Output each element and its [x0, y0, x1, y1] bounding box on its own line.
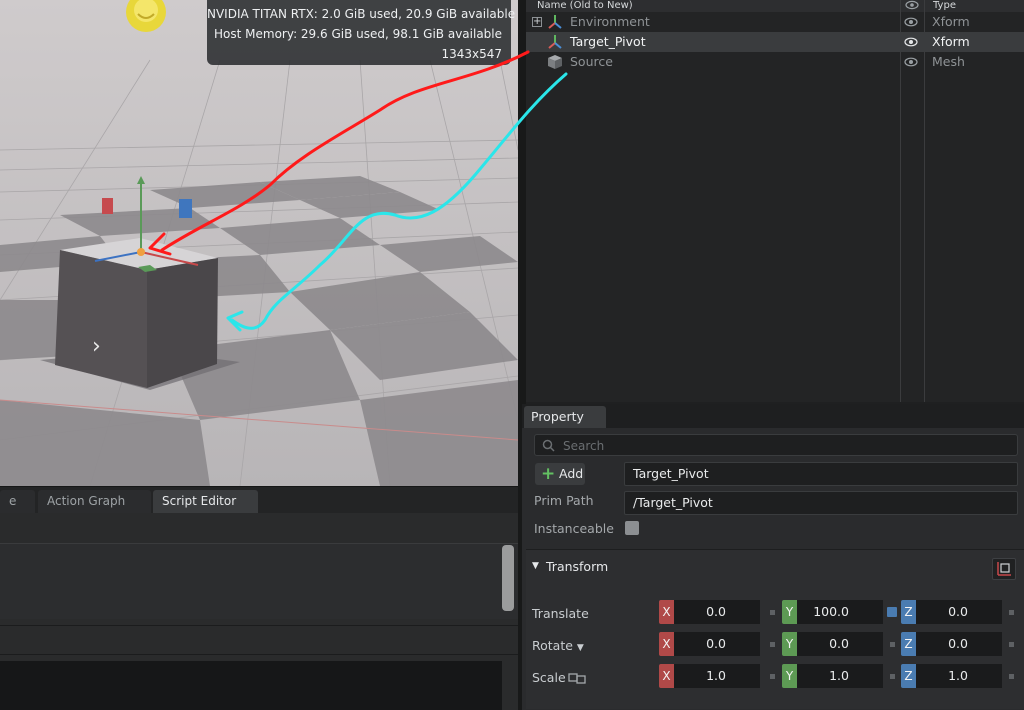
- prim-path-label: Prim Path: [534, 493, 594, 508]
- scale-y-keyframe-dot[interactable]: [890, 674, 895, 679]
- instanceable-checkbox[interactable]: [625, 521, 639, 535]
- scale-x-keyframe-dot[interactable]: [770, 674, 775, 679]
- tree-row-label: Source: [570, 54, 613, 69]
- bottom-tabbar: e Action Graph Script Editor: [0, 487, 518, 513]
- scale-label: Scale: [532, 670, 566, 685]
- rotate-x-field[interactable]: 0.0: [674, 632, 760, 656]
- prim-name-field[interactable]: Target_Pivot: [624, 462, 1018, 486]
- rotate-z-keyframe-dot[interactable]: [1009, 642, 1014, 647]
- tab-property[interactable]: Property: [524, 406, 606, 428]
- scrollbar-thumb[interactable]: [502, 545, 514, 611]
- translate-x-keyframe-dot[interactable]: [770, 610, 775, 615]
- property-tabbar: Property: [522, 404, 1024, 428]
- xform-axes-icon: [548, 15, 562, 29]
- link-scale-icon[interactable]: [568, 672, 586, 684]
- scale-x-axis-label: X: [659, 664, 674, 688]
- prim-path-field[interactable]: /Target_Pivot: [624, 491, 1018, 515]
- visibility-eye-icon[interactable]: [904, 15, 918, 29]
- scene-render[interactable]: [0, 0, 518, 486]
- plus-icon: +: [541, 464, 556, 484]
- viewport-stats-overlay: NVIDIA TITAN RTX: 2.0 GiB used, 20.9 GiB…: [207, 0, 516, 65]
- translate-label: Translate: [532, 606, 589, 621]
- tree-row-target-pivot[interactable]: Target_Pivot Xform: [526, 32, 1024, 52]
- rotate-z-axis-label: Z: [901, 632, 916, 656]
- rotate-z-field[interactable]: 0.0: [916, 632, 1002, 656]
- tab-action-graph[interactable]: Action Graph: [38, 490, 151, 513]
- translate-y-axis-label: Y: [782, 600, 797, 624]
- translate-y-field[interactable]: 100.0: [797, 600, 883, 624]
- scale-x-field[interactable]: 1.0: [674, 664, 760, 688]
- visibility-eye-icon[interactable]: [904, 55, 918, 69]
- mesh-cube-icon: [548, 55, 562, 69]
- column-name-header[interactable]: Name (Old to New): [537, 0, 633, 12]
- editor-divider[interactable]: [0, 625, 518, 655]
- translate-z-field[interactable]: 0.0: [916, 600, 1002, 624]
- script-editor-panel: e Action Graph Script Editor: [0, 486, 518, 710]
- rotate-label[interactable]: Rotate ▼: [532, 638, 584, 653]
- translate-z-axis-label: Z: [901, 600, 916, 624]
- rotate-x-axis-label: X: [659, 632, 674, 656]
- rotate-label-text: Rotate: [532, 638, 573, 653]
- tree-row-type: Xform: [932, 34, 970, 49]
- dropdown-triangle-icon[interactable]: ▼: [577, 643, 584, 653]
- expand-plus-icon[interactable]: +: [532, 17, 542, 27]
- viewport[interactable]: NVIDIA TITAN RTX: 2.0 GiB used, 20.9 GiB…: [0, 0, 518, 486]
- xform-axes-icon: [548, 35, 562, 49]
- transform-section: ▼ Transform Translate X 0.0 Y 100.0 Z 0.…: [526, 549, 1024, 709]
- property-panel: Property + Add Target_Pivot Prim Path /T…: [522, 404, 1024, 710]
- tree-row-type: Xform: [932, 14, 970, 29]
- collapse-triangle-icon[interactable]: ▼: [532, 561, 539, 571]
- output-console[interactable]: [0, 661, 502, 710]
- add-button[interactable]: + Add: [535, 463, 585, 485]
- tree-row-label: Target_Pivot: [570, 34, 646, 49]
- translate-x-field[interactable]: 0.0: [674, 600, 760, 624]
- scale-y-axis-label: Y: [782, 664, 797, 688]
- add-button-label: Add: [559, 466, 584, 481]
- tree-row-type: Mesh: [932, 54, 965, 69]
- scale-z-keyframe-dot[interactable]: [1009, 674, 1014, 679]
- scale-y-field[interactable]: 1.0: [797, 664, 883, 688]
- search-icon: [542, 439, 555, 452]
- rotate-x-keyframe-dot[interactable]: [770, 642, 775, 647]
- tab-script-editor[interactable]: Script Editor: [153, 490, 258, 513]
- search-input[interactable]: [563, 437, 1003, 454]
- gpu-memory-text: NVIDIA TITAN RTX: 2.0 GiB used, 20.9 GiB…: [207, 7, 516, 21]
- stage-header: Name (Old to New) Type: [526, 0, 1024, 12]
- rotate-y-axis-label: Y: [782, 632, 797, 656]
- instanceable-label: Instanceable: [534, 521, 614, 536]
- chevron-right-icon[interactable]: ›: [92, 336, 101, 358]
- transform-title: Transform: [546, 559, 609, 574]
- stage-panel: Name (Old to New) Type + Environment Xfo…: [526, 0, 1024, 402]
- tree-row-environment[interactable]: + Environment Xform: [526, 12, 1024, 32]
- transform-reset-icon: [997, 562, 1011, 576]
- tree-row-label: Environment: [570, 14, 650, 29]
- translate-y-keyframe-dot[interactable]: [887, 607, 897, 617]
- script-input-area[interactable]: [0, 543, 518, 619]
- tree-row-source[interactable]: Source Mesh: [526, 52, 1024, 72]
- translate-x-axis-label: X: [659, 600, 674, 624]
- scale-z-axis-label: Z: [901, 664, 916, 688]
- rotate-y-field[interactable]: 0.0: [797, 632, 883, 656]
- resolution-text: 1343x547: [441, 47, 502, 61]
- visibility-eye-icon[interactable]: [904, 35, 918, 49]
- rotate-y-keyframe-dot[interactable]: [890, 642, 895, 647]
- scale-z-field[interactable]: 1.0: [916, 664, 1002, 688]
- host-memory-text: Host Memory: 29.6 GiB used, 98.1 GiB ava…: [214, 27, 502, 41]
- property-search[interactable]: [534, 434, 1018, 456]
- tab-truncated[interactable]: e: [0, 490, 35, 513]
- transform-header[interactable]: ▼ Transform: [526, 550, 1024, 586]
- translate-z-keyframe-dot[interactable]: [1009, 610, 1014, 615]
- column-type-header[interactable]: Type: [933, 0, 956, 12]
- reset-transform-button[interactable]: [992, 558, 1016, 580]
